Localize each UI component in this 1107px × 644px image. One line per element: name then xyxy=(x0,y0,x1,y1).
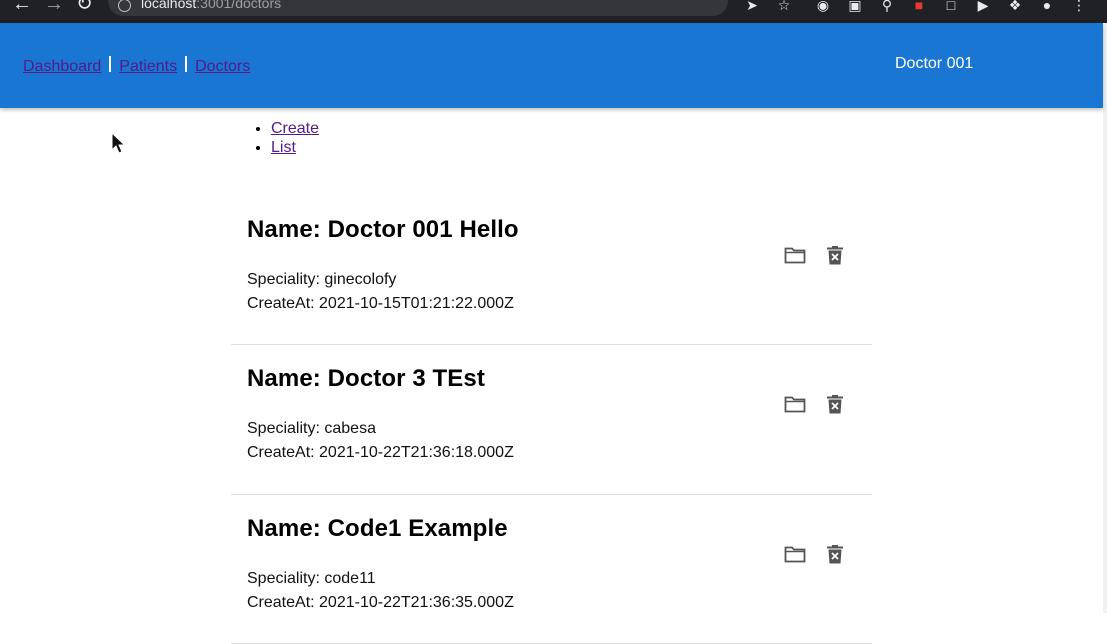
delete-doctor-button[interactable] xyxy=(822,242,848,268)
doctor-name: Name: Doctor 001 Hello xyxy=(247,216,519,243)
open-doctor-button[interactable] xyxy=(782,242,808,268)
open-doctor-button[interactable] xyxy=(782,391,808,417)
media-icon[interactable]: ▶ xyxy=(975,0,991,13)
sub-nav-item: Create xyxy=(271,119,319,138)
nav-separator xyxy=(185,56,188,72)
doctor-list: Name: Doctor 001 Hello Speciality: ginec… xyxy=(231,196,872,644)
doctor-list-item: Name: Code1 Example Speciality: code11 C… xyxy=(231,495,872,644)
current-user-name: Doctor 001 xyxy=(895,55,974,72)
crop-icon[interactable]: □ xyxy=(943,0,959,13)
reload-icon[interactable]: ↻ xyxy=(76,0,93,14)
address-url[interactable]: localhost:3001/doctors xyxy=(141,0,281,11)
delete-doctor-button[interactable] xyxy=(822,541,848,567)
doctor-created-at: CreateAt: 2021-10-22T21:36:35.000Z xyxy=(247,594,514,611)
open-doctor-button[interactable] xyxy=(782,541,808,567)
extension-2-icon[interactable]: ■ xyxy=(911,0,927,13)
profile-avatar-icon[interactable]: ● xyxy=(1039,0,1055,13)
browser-toolbar: ← → ↻ localhost:3001/doctors ➤ ☆ ◉ ▣ ⚲ ■… xyxy=(0,0,1107,23)
extensions-puzzle-icon[interactable]: ❖ xyxy=(1007,0,1023,13)
main-nav: Dashboard Patients Doctors xyxy=(23,56,250,76)
doctor-list-item: Name: Doctor 001 Hello Speciality: ginec… xyxy=(231,196,872,345)
forward-arrow-icon[interactable]: → xyxy=(44,0,64,14)
nav-link-patients[interactable]: Patients xyxy=(119,58,177,75)
doctor-created-at: CreateAt: 2021-10-22T21:36:18.000Z xyxy=(247,444,514,461)
nav-link-dashboard[interactable]: Dashboard xyxy=(23,58,101,75)
folder-open-icon xyxy=(784,247,806,264)
delete-forever-icon xyxy=(827,395,843,414)
delete-forever-icon xyxy=(827,545,843,564)
doctor-list-item: Name: Doctor 3 TEst Speciality: cabesa C… xyxy=(231,345,872,495)
delete-forever-icon xyxy=(827,246,843,265)
sub-nav-item: List xyxy=(271,138,319,157)
mouse-cursor-icon xyxy=(111,132,125,154)
extension-1-icon[interactable]: ◉ xyxy=(815,0,831,13)
doctor-speciality: Speciality: cabesa xyxy=(247,420,376,437)
nav-link-doctors[interactable]: Doctors xyxy=(195,58,250,75)
create-link[interactable]: Create xyxy=(271,120,319,137)
browser-menu-icon[interactable]: ⋮ xyxy=(1071,0,1087,13)
back-arrow-icon[interactable]: ← xyxy=(12,0,32,14)
doctor-speciality: Speciality: ginecolofy xyxy=(247,271,397,288)
doctor-created-at: CreateAt: 2021-10-15T01:21:22.000Z xyxy=(247,295,514,312)
send-icon[interactable]: ➤ xyxy=(744,0,760,13)
doctor-name: Name: Code1 Example xyxy=(247,515,508,542)
folder-open-icon xyxy=(784,546,806,563)
folder-open-icon xyxy=(784,396,806,413)
doctor-speciality: Speciality: code11 xyxy=(247,570,376,587)
address-bar[interactable]: localhost:3001/doctors xyxy=(108,0,728,16)
bookmark-star-icon[interactable]: ☆ xyxy=(776,0,792,13)
search-icon[interactable]: ⚲ xyxy=(879,0,895,13)
app-header: Dashboard Patients Doctors Doctor 001 xyxy=(0,23,1103,108)
scrollbar-track[interactable] xyxy=(1103,23,1107,613)
nav-separator xyxy=(109,56,112,72)
doctor-name: Name: Doctor 3 TEst xyxy=(247,365,485,392)
camera-icon[interactable]: ▣ xyxy=(847,0,863,13)
doctor-sub-nav: Create List xyxy=(231,119,319,157)
site-info-icon[interactable] xyxy=(118,0,131,12)
list-link[interactable]: List xyxy=(271,139,296,156)
delete-doctor-button[interactable] xyxy=(822,391,848,417)
